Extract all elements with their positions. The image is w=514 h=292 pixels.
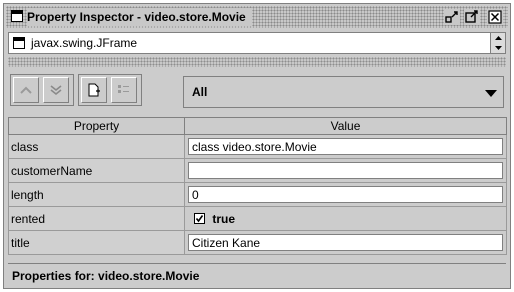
window-title: Property Inspector - video.store.Movie xyxy=(27,8,252,26)
spinner-up-icon[interactable] xyxy=(491,33,505,43)
selector-spinner[interactable] xyxy=(490,33,505,53)
value-cell-class: class video.store.Movie xyxy=(184,134,507,159)
property-inspector-window: Property Inspector - video.store.Movie j… xyxy=(3,3,511,289)
property-name-title: title xyxy=(8,230,185,255)
list-icon[interactable] xyxy=(111,77,137,103)
class-value-field[interactable]: class video.store.Movie xyxy=(188,138,503,155)
property-name-rented: rented xyxy=(8,206,185,231)
filter-selected-value: All xyxy=(192,85,208,99)
frame-icon xyxy=(13,37,25,49)
table-row: customerName xyxy=(8,158,507,183)
property-name-length: length xyxy=(8,182,185,207)
target-object-value: javax.swing.JFrame xyxy=(31,36,138,50)
table-row: rented true xyxy=(8,206,507,231)
rented-checkbox[interactable] xyxy=(194,213,205,225)
close-icon[interactable] xyxy=(487,9,503,25)
table-row: length 0 xyxy=(8,182,507,207)
value-column-header[interactable]: Value xyxy=(184,117,507,135)
reorder-button-group xyxy=(10,74,74,106)
toolbar: All xyxy=(8,70,506,112)
property-table: Property Value class class video.store.M… xyxy=(8,117,507,255)
customername-value-field[interactable] xyxy=(188,162,503,179)
dropdown-arrow-icon[interactable] xyxy=(485,87,497,101)
table-row: title Citizen Kane xyxy=(8,230,507,255)
property-name-customername: customerName xyxy=(8,158,185,183)
property-name-class: class xyxy=(8,134,185,159)
spinner-down-icon[interactable] xyxy=(491,43,505,53)
value-cell-rented: true xyxy=(184,206,507,231)
title-bar[interactable]: Property Inspector - video.store.Movie xyxy=(6,6,508,28)
value-cell-customername xyxy=(184,158,507,183)
minimize-icon[interactable] xyxy=(444,9,460,25)
move-up-icon[interactable] xyxy=(13,77,39,103)
table-row: class class video.store.Movie xyxy=(8,134,507,159)
property-filter-dropdown[interactable]: All xyxy=(183,76,504,108)
title-value-field[interactable]: Citizen Kane xyxy=(188,234,503,251)
target-object-selector[interactable]: javax.swing.JFrame xyxy=(8,32,506,54)
table-header-row: Property Value xyxy=(8,117,507,135)
splitter-grip[interactable] xyxy=(8,57,506,67)
edit-button-group xyxy=(78,74,142,106)
value-cell-length: 0 xyxy=(184,182,507,207)
value-cell-title: Citizen Kane xyxy=(184,230,507,255)
maximize-icon[interactable] xyxy=(464,9,480,25)
length-value-field[interactable]: 0 xyxy=(188,186,503,203)
rented-checkbox-label[interactable]: true xyxy=(212,212,235,226)
window-icon xyxy=(11,10,23,22)
status-footer: Properties for: video.store.Movie xyxy=(8,263,506,287)
add-property-icon[interactable] xyxy=(81,77,107,103)
move-down-icon[interactable] xyxy=(43,77,69,103)
property-column-header[interactable]: Property xyxy=(8,117,185,135)
